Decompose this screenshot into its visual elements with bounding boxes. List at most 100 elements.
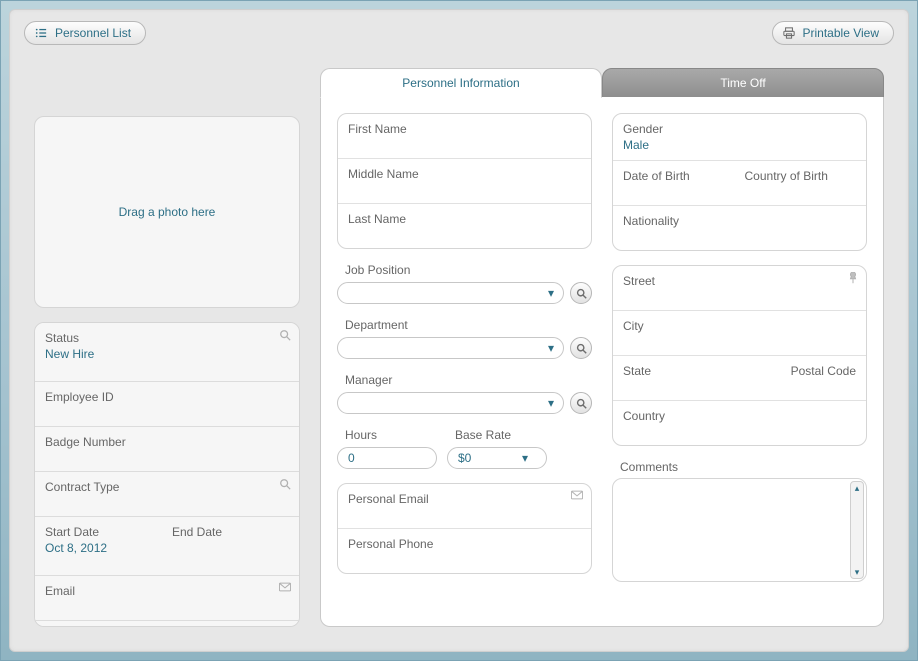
manager-block: Manager ▾ <box>337 373 592 414</box>
postal-field[interactable]: Postal Code <box>745 364 857 380</box>
app-surface: Personnel List Printable View Drag a pho… <box>9 9 909 652</box>
personal-email-field[interactable]: Personal Email <box>338 484 591 528</box>
chevron-down-icon: ▾ <box>543 395 559 411</box>
name-group: First Name Middle Name Last Name <box>337 113 592 249</box>
middle-name-field[interactable]: Middle Name <box>338 158 591 203</box>
email-label: Email <box>45 584 289 598</box>
personal-email-label: Personal Email <box>348 492 581 506</box>
chevron-down-icon: ▾ <box>522 451 536 465</box>
city-field[interactable]: City <box>613 310 866 355</box>
job-position-select[interactable]: ▾ <box>337 282 564 304</box>
search-icon <box>576 398 587 409</box>
tab-time-off[interactable]: Time Off <box>602 68 884 98</box>
status-field[interactable]: Status New Hire <box>35 323 299 381</box>
end-date-label: End Date <box>172 525 289 539</box>
department-lookup-button[interactable] <box>570 337 592 359</box>
gender-value: Male <box>623 138 649 152</box>
manager-lookup-button[interactable] <box>570 392 592 414</box>
rate-label: Base Rate <box>447 428 547 442</box>
department-select[interactable]: ▾ <box>337 337 564 359</box>
workspace: Drag a photo here Status New Hire Employ… <box>10 56 908 651</box>
dob-label: Date of Birth <box>623 169 735 183</box>
start-date-label: Start Date <box>45 525 162 539</box>
photo-dropzone[interactable]: Drag a photo here <box>34 116 300 308</box>
cob-label: Country of Birth <box>745 169 857 183</box>
address-group: Street City <box>612 265 867 446</box>
comments-scrollbar[interactable]: ▴ ▾ <box>850 481 864 579</box>
badge-label: Badge Number <box>45 435 289 449</box>
hours-label: Hours <box>337 428 437 442</box>
scroll-up-icon[interactable]: ▴ <box>851 482 863 494</box>
job-position-label: Job Position <box>337 263 592 277</box>
start-date-value: Oct 8, 2012 <box>45 541 107 555</box>
department-label: Department <box>337 318 592 332</box>
scroll-down-icon[interactable]: ▾ <box>851 566 863 578</box>
contract-type-field[interactable]: Contract Type <box>35 471 299 516</box>
street-field[interactable]: Street <box>613 266 866 310</box>
nationality-field[interactable]: Nationality <box>613 205 866 250</box>
manager-select[interactable]: ▾ <box>337 392 564 414</box>
contract-label: Contract Type <box>45 480 289 494</box>
rate-value: $0 <box>458 451 471 465</box>
tab-time-off-label: Time Off <box>720 76 765 90</box>
manager-label: Manager <box>337 373 592 387</box>
comments-textarea[interactable]: ▴ ▾ <box>612 478 867 582</box>
search-icon <box>279 478 291 490</box>
state-postal-row: State Postal Code <box>613 355 866 400</box>
middle-name-label: Middle Name <box>348 167 581 181</box>
right-column: Personnel Information Time Off First Nam… <box>320 56 884 627</box>
first-name-label: First Name <box>348 122 581 136</box>
rate-select[interactable]: $0 ▾ <box>447 447 547 469</box>
badge-number-field[interactable]: Badge Number <box>35 426 299 471</box>
state-label: State <box>623 364 735 378</box>
street-label: Street <box>623 274 856 288</box>
hours-rate-row: Hours 0 Base Rate $0 ▾ <box>337 428 592 469</box>
dob-field[interactable]: Date of Birth <box>623 169 735 185</box>
nationality-label: Nationality <box>623 214 856 228</box>
phone-field[interactable]: Phone <box>35 620 299 627</box>
comments-block: Comments ▴ ▾ <box>612 460 867 582</box>
end-date-field[interactable]: End Date <box>172 525 289 555</box>
mail-icon <box>571 490 583 500</box>
job-position-block: Job Position ▾ <box>337 263 592 304</box>
gender-label: Gender <box>623 122 856 136</box>
comments-value <box>613 479 866 491</box>
personal-group: Personal Email Personal Phone <box>337 483 592 574</box>
search-icon <box>279 329 291 341</box>
status-label: Status <box>45 331 289 345</box>
tab-personnel-info[interactable]: Personnel Information <box>320 68 602 98</box>
employee-id-field[interactable]: Employee ID <box>35 381 299 426</box>
printable-view-button[interactable]: Printable View <box>772 21 895 45</box>
personal-phone-field[interactable]: Personal Phone <box>338 528 591 573</box>
tab-body: First Name Middle Name Last Name <box>320 97 884 627</box>
chevron-down-icon: ▾ <box>543 340 559 356</box>
employee-id-label: Employee ID <box>45 390 289 404</box>
photo-placeholder: Drag a photo here <box>119 205 216 219</box>
job-position-lookup-button[interactable] <box>570 282 592 304</box>
status-value: New Hire <box>45 347 94 361</box>
country-label: Country <box>623 409 856 423</box>
mail-icon <box>279 582 291 592</box>
left-column: Drag a photo here Status New Hire Employ… <box>34 56 300 627</box>
state-field[interactable]: State <box>623 364 735 380</box>
cob-field[interactable]: Country of Birth <box>745 169 857 185</box>
last-name-field[interactable]: Last Name <box>338 203 591 248</box>
tab-bar: Personnel Information Time Off <box>320 68 884 98</box>
gender-field[interactable]: Gender Male <box>613 114 866 160</box>
email-field[interactable]: Email <box>35 575 299 620</box>
form-grid: First Name Middle Name Last Name <box>337 113 867 582</box>
last-name-label: Last Name <box>348 212 581 226</box>
window-frame: Personnel List Printable View Drag a pho… <box>0 0 918 661</box>
identity-group: Gender Male Date of Birth <box>612 113 867 251</box>
birth-row: Date of Birth Country of Birth <box>613 160 866 205</box>
first-name-field[interactable]: First Name <box>338 114 591 158</box>
form-col-left: First Name Middle Name Last Name <box>337 113 592 582</box>
personal-phone-label: Personal Phone <box>348 537 581 551</box>
hours-input[interactable]: 0 <box>337 447 437 469</box>
printer-icon <box>783 27 795 39</box>
country-field[interactable]: Country <box>613 400 866 445</box>
printable-view-label: Printable View <box>803 26 880 40</box>
postal-label: Postal Code <box>745 364 857 378</box>
personnel-list-button[interactable]: Personnel List <box>24 21 146 45</box>
start-date-field[interactable]: Start Date Oct 8, 2012 <box>45 525 162 555</box>
